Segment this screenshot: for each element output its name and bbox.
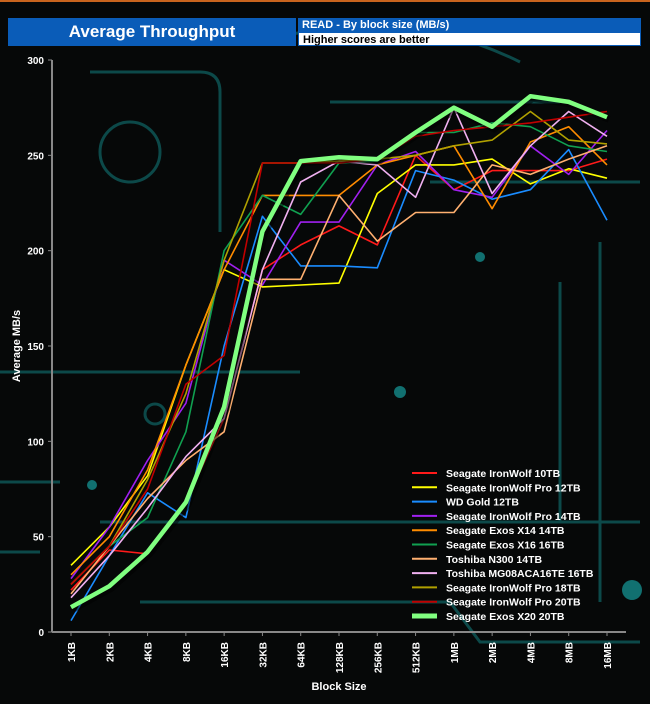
x-tick-label: 8MB [565,642,576,663]
chart-panel: Average Throughput READ - By block size … [0,0,650,704]
x-tick-label: 16KB [220,642,231,668]
legend-label: Seagate Exos X16 16TB [446,540,565,552]
x-tick-label: 1MB [450,642,461,663]
x-tick-label: 2MB [488,642,499,663]
legend-label: Seagate IronWolf Pro 20TB [446,597,581,609]
x-tick-label: 256KB [373,642,384,673]
legend-label: Seagate IronWolf Pro 14TB [446,511,581,523]
x-tick-label: 4MB [526,642,537,663]
y-tick-label: 0 [38,628,44,639]
legend-label: Seagate IronWolf Pro 12TB [446,482,581,494]
legend-label: WD Gold 12TB [446,497,519,509]
x-tick-label: 32KB [258,642,269,668]
y-tick-label: 100 [27,437,44,448]
line-chart: 0 50 100 150 200 250 300 1KB 2KB 4KB 8KB 16KB 32KB 64… [11,56,626,693]
legend-label: Seagate IronWolf 10TB [446,468,561,480]
x-tick-label: 16MB [603,642,614,669]
y-tick-label: 300 [27,56,44,67]
y-tick-label: 50 [33,533,45,544]
series-line [70,158,608,566]
y-tick-label: 250 [27,151,44,162]
x-tick-label: 4KB [144,642,155,662]
x-tick-label: 1KB [67,642,78,662]
x-tick-label: 8KB [182,642,193,662]
x-tick-label: 512KB [412,642,423,673]
x-tick-label: 2KB [105,642,116,662]
legend-label: Toshiba MG08ACA16TE 16TB [446,568,594,580]
legend-label: Seagate Exos X20 20TB [446,611,565,623]
legend-label: Toshiba N300 14TB [446,554,543,566]
x-tick-label: 128KB [335,642,346,673]
y-tick-label: 200 [27,247,44,258]
legend-label: Seagate Exos X14 14TB [446,525,565,537]
legend-label: Seagate IronWolf Pro 18TB [446,582,581,594]
y-axis-label: Average MB/s [11,310,23,382]
x-tick-label: 64KB [297,642,308,668]
y-tick-label: 150 [27,342,44,353]
x-axis-label: Block Size [311,681,366,693]
